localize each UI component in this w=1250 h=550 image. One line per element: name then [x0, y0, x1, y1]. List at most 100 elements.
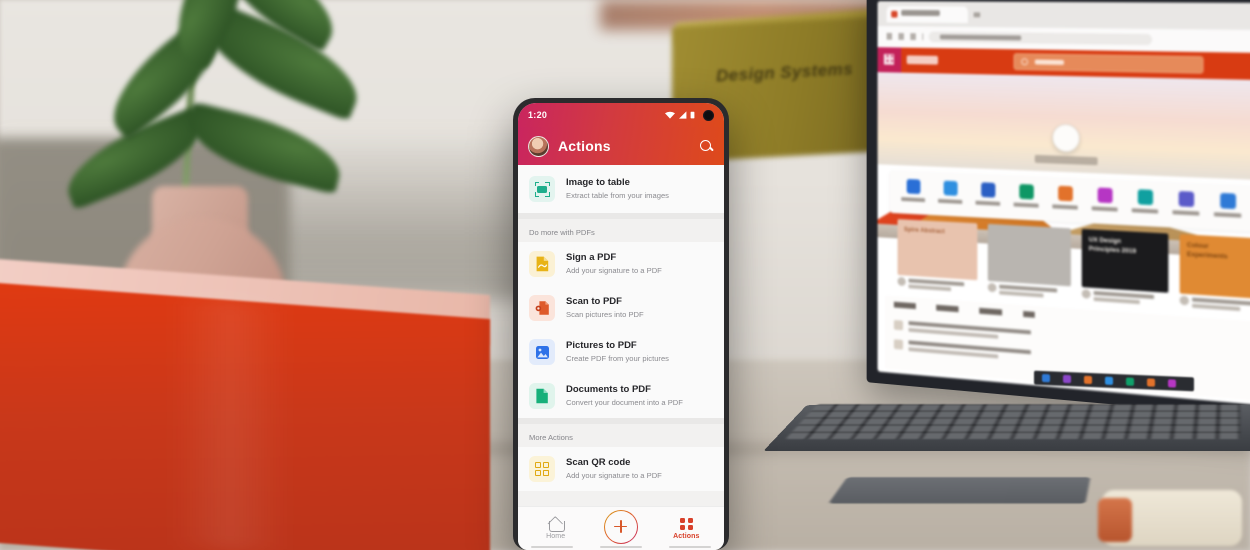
waffle-menu-icon[interactable] — [883, 54, 894, 65]
search-icon[interactable] — [699, 139, 714, 154]
avatar[interactable] — [528, 135, 549, 157]
office-app-icon-onedrive[interactable] — [943, 180, 958, 196]
document-title: Colour Experiments — [1186, 241, 1228, 261]
document-thumbnail[interactable]: Spire Abstract — [897, 219, 978, 281]
action-subtitle: Add your signature to a PDF — [566, 265, 662, 275]
qr-code-icon — [529, 456, 555, 482]
laptop-screen: Spire Abstract UX Design Principles 2019 C… — [877, 1, 1250, 406]
nav-item-home[interactable]: Home — [529, 518, 583, 540]
wifi-icon — [665, 111, 675, 119]
office-app-icon-excel[interactable] — [1019, 183, 1034, 200]
action-item-sign-a-pdf[interactable]: Sign a PDF Add your signature to a PDF — [518, 242, 724, 286]
action-item-image-to-table[interactable]: Image to table Extract table from your i… — [518, 165, 724, 213]
desk-object-cap — [1098, 498, 1132, 542]
action-item-scan-to-pdf[interactable]: Scan to PDF Scan pictures into PDF — [518, 286, 724, 330]
office-app-icon-word[interactable] — [981, 182, 996, 198]
desk-scene: Design Systems Spire Abstract UX Design … — [0, 0, 1250, 550]
smartphone: 1:20 Actions Image to table Extract tabl… — [513, 98, 729, 550]
document-title: Spire Abstract — [903, 226, 945, 236]
nav-label-home: Home — [546, 532, 566, 540]
office-app-label — [1052, 204, 1078, 210]
search-icon — [1021, 58, 1028, 66]
gesture-bar — [518, 546, 724, 548]
office-logo — [906, 55, 939, 65]
action-title: Sign a PDF — [566, 252, 617, 264]
action-title: Scan to PDF — [566, 296, 622, 308]
action-title: Image to table — [566, 177, 630, 189]
office-search-placeholder — [1034, 59, 1065, 65]
office-app-icon-sway[interactable] — [1220, 192, 1237, 210]
home-icon — [548, 518, 565, 532]
signature-pdf-glyph — [536, 256, 548, 272]
status-bar: 1:20 — [518, 103, 724, 127]
camera-punch-hole — [703, 109, 714, 121]
signal-icon — [679, 111, 687, 119]
recent-tabs[interactable] — [893, 301, 1035, 318]
taskbar-icon[interactable] — [1042, 373, 1050, 383]
picture-pdf-icon — [529, 339, 555, 365]
office-app-label — [1131, 208, 1159, 214]
office-app-icon-outlook[interactable] — [906, 178, 921, 195]
battery-icon — [690, 111, 695, 119]
section-label-more: More Actions — [518, 424, 724, 447]
document-thumbnail[interactable]: UX Design Principles 2019 — [1081, 228, 1169, 293]
document-thumbnail[interactable] — [987, 223, 1071, 287]
bottom-navigation: Home Actions — [518, 506, 724, 550]
action-subtitle: Create PDF from your pictures — [566, 353, 669, 363]
surface-laptop: Spire Abstract UX Design Principles 2019 C… — [742, 0, 1250, 550]
office-app-label — [901, 197, 926, 203]
create-fab-button[interactable] — [604, 510, 638, 544]
taskbar-icon[interactable] — [1084, 375, 1092, 385]
taskbar-icon[interactable] — [1063, 374, 1071, 384]
office-app-icon-powerpoint[interactable] — [1058, 185, 1073, 202]
action-item-documents-to-pdf[interactable]: Documents to PDF Convert your document i… — [518, 374, 724, 418]
plant-leaf — [179, 101, 349, 195]
scan-pdf-icon — [529, 295, 555, 321]
status-time: 1:20 — [528, 110, 548, 120]
action-subtitle: Extract table from your images — [566, 190, 669, 200]
picture-pdf-glyph — [535, 345, 549, 359]
laptop-keyboard[interactable] — [785, 404, 1241, 440]
scan-frame-icon — [529, 176, 555, 202]
laptop-trackpad[interactable] — [828, 477, 1091, 504]
taskbar-icon[interactable] — [1147, 378, 1155, 387]
new-tab-button[interactable] — [973, 12, 981, 18]
action-subtitle: Add your signature to a PDF — [566, 470, 662, 480]
action-title: Documents to PDF — [566, 384, 651, 396]
taskbar-icon[interactable] — [1105, 376, 1113, 385]
office-app-icon-teams[interactable] — [1178, 191, 1195, 208]
browser-tab-title — [901, 9, 940, 17]
taskbar-icon[interactable] — [1126, 377, 1134, 386]
office-app-icon-sharepoint[interactable] — [1137, 189, 1154, 206]
document-pdf-icon — [529, 383, 555, 409]
office-app-label — [975, 200, 1001, 206]
action-title: Pictures to PDF — [566, 340, 637, 352]
actions-list: Image to table Extract table from your i… — [518, 165, 724, 506]
nav-item-actions[interactable]: Actions — [659, 517, 713, 540]
grid-icon — [679, 517, 693, 531]
create-new-button[interactable] — [1052, 123, 1080, 153]
office-app-label — [938, 198, 963, 204]
app-bar: Actions — [518, 127, 724, 165]
red-box-highlight — [170, 295, 290, 550]
action-title: Scan QR code — [566, 457, 631, 469]
action-item-pictures-to-pdf[interactable]: Pictures to PDF Create PDF from your pic… — [518, 330, 724, 374]
status-icons — [665, 109, 714, 121]
office-app-label — [1213, 212, 1242, 218]
section-label-pdfs: Do more with PDFs — [518, 219, 724, 242]
office-favicon — [891, 10, 898, 18]
document-meta — [1179, 295, 1250, 315]
office-app-label — [1091, 206, 1118, 212]
action-subtitle: Convert your document into a PDF — [566, 397, 683, 407]
browser-nav-buttons[interactable] — [886, 32, 924, 41]
office-app-label — [1013, 202, 1039, 208]
action-subtitle: Scan pictures into PDF — [566, 309, 644, 319]
page-title: Actions — [558, 138, 611, 154]
office-app-icon-onenote[interactable] — [1097, 187, 1113, 204]
action-item-scan-qr-code[interactable]: Scan QR code Add your signature to a PDF — [518, 447, 724, 491]
document-thumbnail[interactable]: Colour Experiments — [1179, 234, 1250, 300]
document-title: UX Design Principles 2019 — [1088, 236, 1137, 255]
scan-pdf-glyph — [535, 301, 549, 315]
taskbar-icon[interactable] — [1168, 379, 1176, 388]
browser-url-text — [939, 34, 1022, 41]
